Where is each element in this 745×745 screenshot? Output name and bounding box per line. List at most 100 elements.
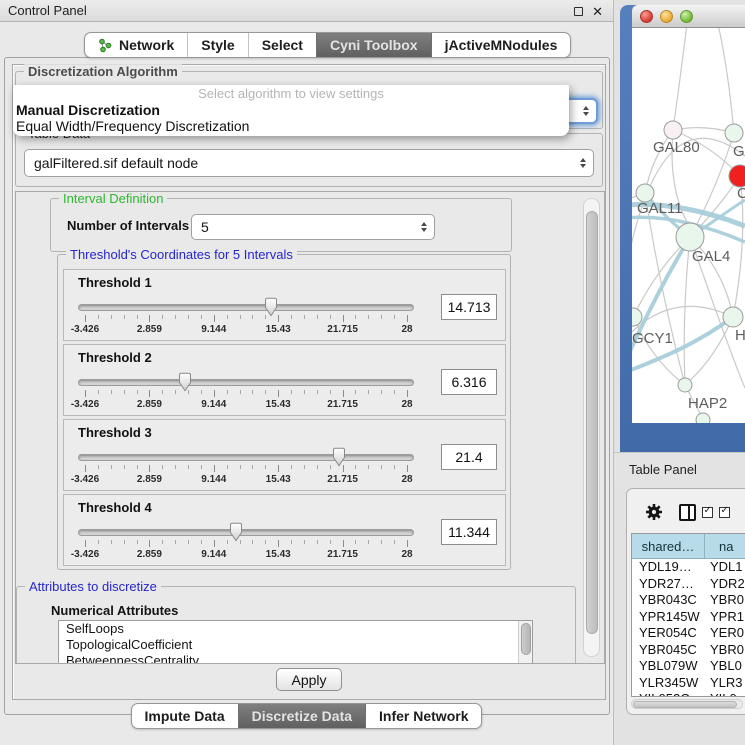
network-node-gcy1[interactable]	[632, 308, 642, 326]
combo-arrows-icon	[573, 158, 593, 168]
node-table[interactable]: shared…na YDL19…YDL1YDR27…YDR2YBR043CYBR…	[631, 533, 745, 697]
network-node-hap2[interactable]	[678, 378, 692, 392]
slider-handle[interactable]	[263, 297, 279, 317]
section-title: Threshold's Coordinates for 5 Intervals	[66, 247, 297, 262]
network-node-ga[interactable]	[725, 124, 743, 142]
threshold-slider[interactable]: -3.4262.8599.14415.4321.71528	[78, 296, 414, 340]
mode-tab-impute-data[interactable]: Impute Data	[132, 704, 238, 728]
network-canvas[interactable]: GAL80GACGAL11GAL4GCY1HHAP2	[632, 28, 745, 423]
table-cell: YBR043C	[632, 592, 705, 609]
slider-tick	[175, 315, 176, 319]
threshold-value-field[interactable]: 11.344	[441, 519, 497, 545]
threshold-value-field[interactable]: 14.713	[441, 294, 497, 320]
network-node-gal80[interactable]	[664, 121, 682, 139]
tab-network[interactable]: Network	[85, 33, 187, 57]
slider-tick	[407, 315, 408, 322]
numerical-attributes-list[interactable]: SelfLoopsTopologicalCoefficientBetweenne…	[58, 620, 533, 664]
column-header[interactable]: na	[705, 534, 745, 559]
apply-button[interactable]: Apply	[276, 668, 342, 691]
table-horizontal-scrollbar[interactable]	[631, 699, 743, 709]
column-header[interactable]: shared…	[632, 534, 705, 559]
slider-tick	[227, 390, 228, 394]
dropdown-option-manual-discretization[interactable]: Manual Discretization	[13, 102, 569, 118]
slider-track[interactable]	[78, 379, 414, 386]
network-node-c[interactable]	[729, 165, 745, 187]
table-panel-title: Table Panel	[614, 462, 697, 477]
table-cell: YIL052C	[632, 691, 705, 697]
network-node-gal4[interactable]	[676, 223, 704, 251]
table-row[interactable]: YDL19…YDL1	[632, 559, 745, 576]
minimize-traffic-light-icon[interactable]	[660, 10, 673, 23]
node-label: GAL11	[637, 200, 683, 217]
cyni-settings-panel: Discretization Algorithm Select algorith…	[12, 64, 606, 700]
slider-tick	[265, 540, 266, 544]
thresholds-section: Threshold's Coordinates for 5 Intervals …	[57, 254, 511, 570]
close-icon[interactable]: ✕	[592, 7, 603, 16]
slider-tick	[343, 390, 344, 397]
table-row[interactable]: YLR345WYLR3	[632, 675, 745, 692]
table-row[interactable]: YDR27…YDR2	[632, 576, 745, 593]
slider-handle[interactable]	[177, 372, 193, 392]
slider-tick	[304, 315, 305, 319]
tab-label: Impute Data	[145, 708, 225, 724]
slider-tick	[304, 390, 305, 394]
threshold-value-field[interactable]: 21.4	[441, 444, 497, 470]
slider-tick	[149, 465, 150, 472]
attribute-item-topologicalcoefficient[interactable]: TopologicalCoefficient	[59, 637, 518, 653]
table-data-combobox[interactable]: galFiltered.sif default node	[24, 149, 594, 177]
mode-tab-infer-network[interactable]: Infer Network	[365, 704, 481, 728]
zoom-traffic-light-icon[interactable]	[680, 10, 693, 23]
slider-tick	[85, 540, 86, 547]
slider-tick-label: 21.715	[327, 399, 358, 410]
slider-handle[interactable]	[228, 522, 244, 542]
column-layout-icon[interactable]	[679, 504, 696, 521]
table-row[interactable]: YIL052CYIL0	[632, 691, 745, 697]
dropdown-option-equal-width-frequency[interactable]: Equal Width/Frequency Discretization	[13, 118, 569, 134]
checkbox-icon[interactable]	[702, 507, 713, 518]
network-node[interactable]	[696, 413, 710, 423]
table-scrollbar-thumb[interactable]	[633, 701, 737, 708]
mode-tab-discretize-data[interactable]: Discretize Data	[238, 704, 365, 728]
num-intervals-combobox[interactable]: 5	[191, 214, 435, 240]
tab-style[interactable]: Style	[187, 33, 247, 57]
threshold-slider[interactable]: -3.4262.8599.14415.4321.71528	[78, 371, 414, 415]
checkbox-icon[interactable]	[719, 507, 730, 518]
table-row[interactable]: YER054CYER0	[632, 625, 745, 642]
attribute-item-betweennesscentrality[interactable]: BetweennessCentrality	[59, 653, 518, 664]
slider-tick	[407, 390, 408, 397]
close-traffic-light-icon[interactable]	[640, 10, 653, 23]
slider-track[interactable]	[78, 304, 414, 311]
slider-tick	[111, 390, 112, 394]
slider-tick	[149, 315, 150, 322]
slider-tick	[278, 390, 279, 397]
tab-select[interactable]: Select	[248, 33, 316, 57]
num-intervals-label: Number of Intervals	[67, 218, 189, 233]
table-row[interactable]: YBL079WYBL0	[632, 658, 745, 675]
slider-tick	[381, 390, 382, 394]
gear-icon[interactable]	[645, 503, 663, 521]
table-row[interactable]: YBR045CYBR0	[632, 642, 745, 659]
tab-cyni-toolbox[interactable]: Cyni Toolbox	[316, 33, 431, 57]
list-scrollbar[interactable]	[518, 621, 532, 664]
slider-tick-label: 21.715	[327, 549, 358, 560]
table-row[interactable]: YPR145WYPR1	[632, 609, 745, 626]
slider-tick	[162, 540, 163, 544]
slider-tick-label: 21.715	[327, 474, 358, 485]
attribute-item-selfloops[interactable]: SelfLoops	[59, 621, 518, 637]
threshold-slider[interactable]: -3.4262.8599.14415.4321.71528	[78, 521, 414, 565]
threshold-value-field[interactable]: 6.316	[441, 369, 497, 395]
network-window: GAL80GACGAL11GAL4GCY1HHAP2	[620, 5, 745, 452]
list-scrollbar-thumb[interactable]	[521, 623, 531, 655]
slider-track[interactable]	[78, 454, 414, 461]
threshold-slider[interactable]: -3.4262.8599.14415.4321.71528	[78, 446, 414, 490]
slider-track[interactable]	[78, 529, 414, 536]
settings-scrollbar[interactable]	[583, 198, 600, 657]
tab-jactivemnodules[interactable]: jActiveMNodules	[431, 33, 571, 57]
float-window-icon[interactable]	[574, 7, 583, 16]
network-window-titlebar[interactable]	[632, 5, 745, 28]
table-row[interactable]: YBR043CYBR0	[632, 592, 745, 609]
settings-scrollbar-thumb[interactable]	[586, 211, 598, 634]
slider-tick	[252, 540, 253, 544]
slider-handle[interactable]	[331, 447, 347, 467]
network-node-h[interactable]	[723, 307, 743, 327]
